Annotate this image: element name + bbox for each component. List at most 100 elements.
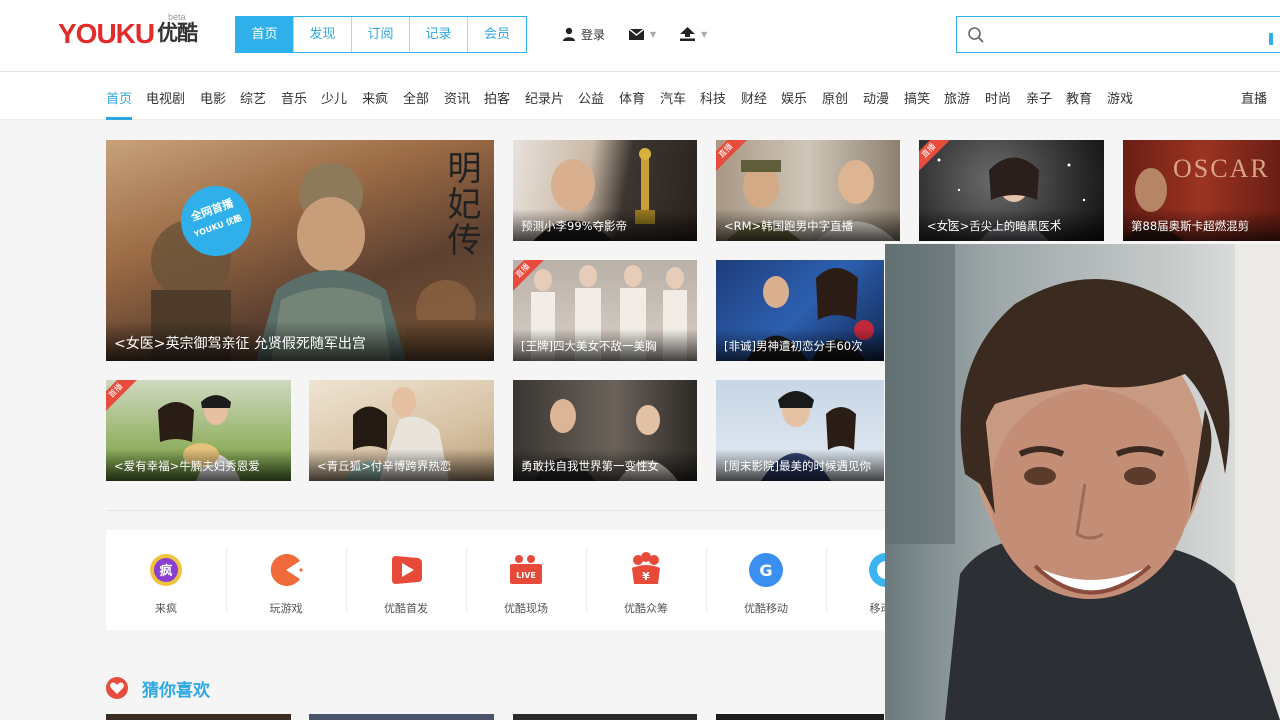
nav-item-auto[interactable]: 汽车 — [660, 88, 686, 107]
top-header: YOUKU 优酷 beta 首页 发现 订阅 记录 会员 登录 ▼ ▼ — [0, 0, 1280, 72]
caption-bar: 勇敢找自我世界第一变性女 — [513, 449, 697, 481]
nav-item-fashion[interactable]: 时尚 — [985, 88, 1011, 107]
webcam-overlay — [885, 244, 1280, 720]
service-label: 优酷现场 — [504, 602, 548, 615]
video-tile[interactable]: 首播 <爱有幸福>牛腩夫妇秀恩爱 — [106, 380, 291, 481]
caption: 勇敢找自我世界第一变性女 — [521, 459, 659, 473]
nav-item-documentary[interactable]: 纪录片 — [525, 88, 564, 107]
play-icon — [392, 556, 422, 584]
video-tile[interactable]: <青丘狐>付辛博跨界热恋 — [309, 380, 494, 481]
chevron-down-icon: ▼ — [650, 29, 657, 39]
caption-bar: [王牌]四大美女不敌一美胸 — [513, 329, 697, 361]
video-tile-partial[interactable] — [716, 714, 884, 720]
video-tile[interactable]: 直播 [王牌]四大美女不敌一美胸 — [513, 260, 697, 361]
crowdfund-icon-text: ¥ — [642, 570, 650, 583]
video-tile[interactable]: 预测小李99%夺影帝 — [513, 140, 697, 241]
service-premiere[interactable]: 优酷首发 — [346, 530, 466, 630]
nav-item-paike[interactable]: 拍客 — [484, 88, 510, 107]
nav-item-home[interactable]: 首页 — [106, 88, 132, 107]
service-label: 移动有 — [869, 602, 886, 615]
hero-caption-bar: <女医>英宗御驾亲征 允贤假死随军出宫 — [106, 321, 494, 361]
nav-item-news[interactable]: 资讯 — [444, 88, 470, 107]
tab-discover[interactable]: 发现 — [294, 17, 352, 52]
nav-item-anime[interactable]: 动漫 — [863, 88, 889, 107]
nav-item-entertainment[interactable]: 娱乐 — [781, 88, 807, 107]
beta-label: beta — [168, 12, 186, 22]
calligraphy-title: 明妃传 — [441, 150, 481, 258]
nav-item-variety[interactable]: 综艺 — [240, 88, 266, 107]
live-icon-text: LIVE — [516, 571, 536, 580]
nav-item-parenting[interactable]: 亲子 — [1026, 88, 1052, 107]
video-tile[interactable]: OSCAR 第88届奥斯卡超燃混剪 — [1123, 140, 1280, 241]
nav-item-funny[interactable]: 搞笑 — [904, 88, 930, 107]
crowdfunding-icon: ¥ — [632, 552, 660, 584]
nav-item-movie[interactable]: 电影 — [200, 88, 226, 107]
heart-icon — [106, 677, 128, 699]
nav-item-games[interactable]: 游戏 — [1107, 88, 1133, 107]
caption-bar: <青丘狐>付辛博跨界热恋 — [309, 449, 494, 481]
search-icon[interactable] — [967, 26, 985, 44]
nav-item-kids[interactable]: 少儿 — [321, 88, 347, 107]
caption-bar: [非诚]男神遭初恋分手60次 — [716, 329, 884, 361]
nav-item-education[interactable]: 教育 — [1066, 88, 1092, 107]
tab-history[interactable]: 记录 — [410, 17, 468, 52]
oscar-overlay-text: OSCAR — [1173, 154, 1270, 183]
service-crowdfunding[interactable]: ¥ 优酷众筹 — [586, 530, 706, 630]
messages-button[interactable]: ▼ — [629, 28, 657, 40]
login-label: 登录 — [581, 27, 606, 42]
active-tab-underline — [106, 117, 132, 120]
service-label: 优酷首发 — [384, 602, 428, 615]
video-tile[interactable]: 直播 <RM>韩国跑男中字直播 — [716, 140, 900, 241]
service-games[interactable]: 玩游戏 — [226, 530, 346, 630]
upload-button[interactable]: ▼ — [680, 27, 707, 41]
service-live[interactable]: LIVE 优酷现场 — [466, 530, 586, 630]
caption-bar: <爱有幸福>牛腩夫妇秀恩爱 — [106, 449, 291, 481]
nav-item-travel[interactable]: 旅游 — [944, 88, 970, 107]
caption: [非诚]男神遭初恋分手60次 — [724, 339, 863, 353]
recommend-title: 猜你喜欢 — [142, 680, 210, 701]
caption-bar: 预测小李99%夺影帝 — [513, 209, 697, 241]
caption: 第88届奥斯卡超燃混剪 — [1131, 219, 1250, 233]
video-tile-partial[interactable] — [106, 714, 291, 720]
mobile-icon-text: G — [759, 561, 772, 580]
video-tile[interactable]: [非诚]男神遭初恋分手60次 — [716, 260, 884, 361]
search-input[interactable] — [993, 23, 1263, 47]
youku-logo[interactable]: YOUKU 优酷 beta — [58, 12, 198, 52]
caption-bar: [周末影院]最美的时候遇见你 — [716, 449, 884, 481]
nav-item-charity[interactable]: 公益 — [578, 88, 604, 107]
service-laifeng[interactable]: 疯 来疯 — [106, 530, 226, 630]
nav-item-music[interactable]: 音乐 — [281, 88, 307, 107]
video-tile[interactable]: [周末影院]最美的时候遇见你 — [716, 380, 884, 481]
services-strip: 疯 来疯 玩游戏 优酷首发 LIVE 优酷现场 ¥ 优酷众筹 G 优酷移动 移动… — [106, 530, 885, 630]
caption-bar: 第88届奥斯卡超燃混剪 — [1123, 209, 1280, 241]
video-tile[interactable]: 勇敢找自我世界第一变性女 — [513, 380, 697, 481]
upload-icon — [680, 27, 696, 41]
nav-item-laifeng[interactable]: 来疯 — [362, 88, 388, 107]
nav-item-finance[interactable]: 财经 — [741, 88, 767, 107]
mail-icon — [629, 28, 645, 40]
hero-video-tile[interactable]: 全网首播 YOUKU 优酷 明妃传 <女医>英宗御驾亲征 允贤假死随军出宫 — [106, 140, 494, 361]
caption: 预测小李99%夺影帝 — [521, 219, 628, 233]
laifeng-icon: 疯 — [150, 554, 182, 586]
service-label: 来疯 — [155, 602, 177, 615]
nav-item-sports[interactable]: 体育 — [619, 88, 645, 107]
caption-bar: <女医>舌尖上的暗黑医术 — [919, 209, 1104, 241]
nav-item-tech[interactable]: 科技 — [700, 88, 726, 107]
tab-subscribe[interactable]: 订阅 — [352, 17, 410, 52]
service-label: 优酷众筹 — [624, 602, 668, 615]
recommend-section-header: 猜你喜欢 — [106, 676, 210, 701]
tab-home[interactable]: 首页 — [236, 17, 294, 52]
nav-item-all[interactable]: 全部 — [403, 88, 429, 107]
video-tile-partial[interactable] — [309, 714, 494, 720]
video-tile[interactable]: 直播 <女医>舌尖上的暗黑医术 — [919, 140, 1104, 241]
nav-item-live[interactable]: 直播 — [1241, 88, 1267, 107]
pacman-icon — [270, 554, 303, 586]
nav-item-tv[interactable]: 电视剧 — [146, 88, 185, 107]
nav-item-original[interactable]: 原创 — [822, 88, 848, 107]
login-button[interactable]: 登录 — [562, 26, 605, 43]
service-more[interactable]: 移动有 — [826, 530, 885, 630]
service-mobile[interactable]: G 优酷移动 — [706, 530, 826, 630]
video-tile-partial[interactable] — [513, 714, 697, 720]
caption: <青丘狐>付辛博跨界热恋 — [317, 459, 452, 473]
tab-vip[interactable]: 会员 — [468, 17, 526, 52]
